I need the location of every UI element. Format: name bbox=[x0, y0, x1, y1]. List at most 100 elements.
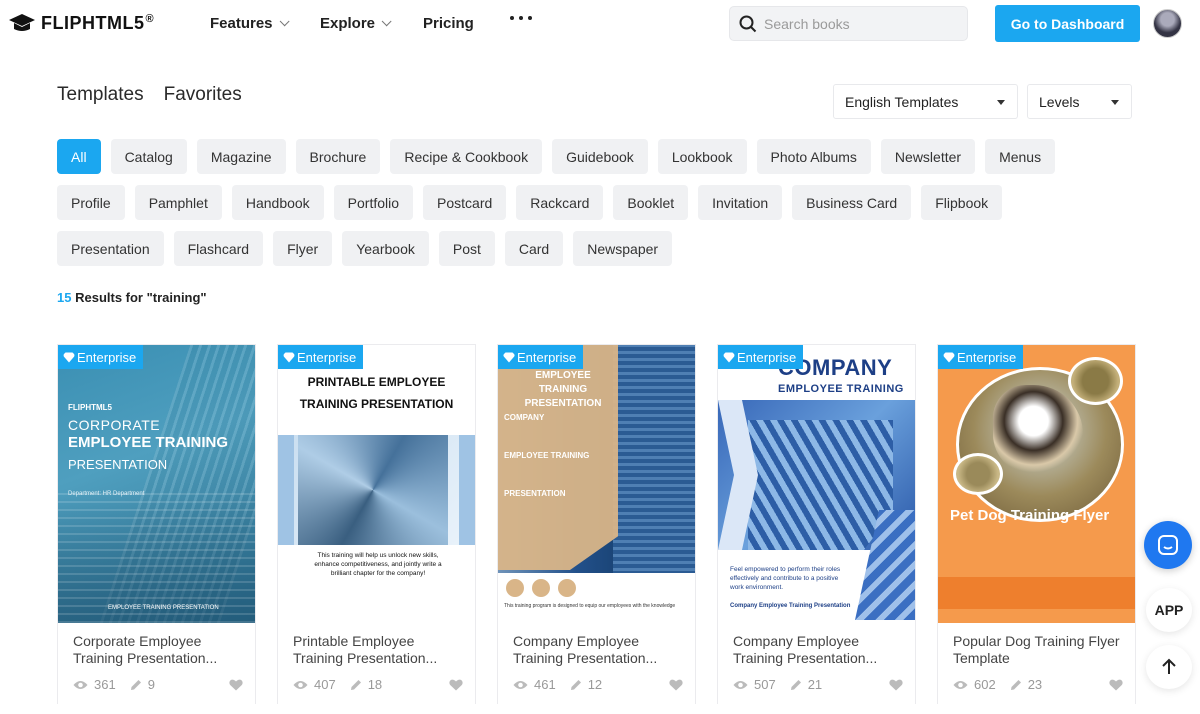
category-chip[interactable]: Booklet bbox=[613, 185, 689, 220]
enterprise-badge: Enterprise bbox=[58, 345, 144, 369]
thumb-brand: FLIPHTML5 bbox=[68, 403, 112, 412]
category-chip[interactable]: Yearbook bbox=[342, 231, 429, 266]
graduation-cap-icon bbox=[9, 14, 35, 31]
heart-icon[interactable] bbox=[449, 679, 463, 691]
more-dots-icon[interactable] bbox=[510, 16, 532, 20]
category-chip[interactable]: Magazine bbox=[196, 139, 286, 174]
category-chip-all[interactable]: All bbox=[57, 139, 101, 174]
template-thumbnail[interactable]: Enterprise EMPLOYEE TRAINING PRESENTATIO… bbox=[498, 345, 695, 623]
thumb-heading: TRAINING PRESENTATION bbox=[299, 397, 454, 411]
nav-explore[interactable]: Explore bbox=[320, 15, 392, 32]
card-title[interactable]: Company Employee Training Presentation... bbox=[513, 633, 683, 667]
back-to-top-button[interactable] bbox=[1146, 645, 1192, 689]
tab-templates[interactable]: Templates bbox=[57, 84, 144, 106]
pencil-icon bbox=[570, 679, 581, 690]
eye-icon bbox=[733, 680, 748, 689]
template-card[interactable]: Enterprise PRINTABLE EMPLOYEE TRAINING P… bbox=[277, 344, 476, 704]
category-chip[interactable]: Handbook bbox=[231, 185, 324, 220]
diamond-icon bbox=[943, 352, 955, 362]
template-card[interactable]: Enterprise COMPANY EMPLOYEE TRAINING Fee… bbox=[717, 344, 916, 704]
pencil-icon bbox=[790, 679, 801, 690]
category-chip[interactable]: Guidebook bbox=[552, 139, 648, 174]
category-chip[interactable]: Card bbox=[504, 231, 564, 266]
card-title[interactable]: Company Employee Training Presentation... bbox=[733, 633, 903, 667]
template-thumbnail[interactable]: Enterprise PRINTABLE EMPLOYEE TRAINING P… bbox=[278, 345, 475, 623]
category-chip[interactable]: Recipe & Cookbook bbox=[390, 139, 543, 174]
template-card[interactable]: Enterprise EMPLOYEE TRAINING PRESENTATIO… bbox=[497, 344, 696, 704]
category-chip[interactable]: Invitation bbox=[698, 185, 783, 220]
heart-icon[interactable] bbox=[889, 679, 903, 691]
thumb-body: This training program is designed to equ… bbox=[504, 603, 676, 609]
chat-button[interactable] bbox=[1144, 521, 1192, 569]
category-chip[interactable]: Portfolio bbox=[333, 185, 414, 220]
views-stat: 507 bbox=[733, 677, 776, 692]
category-chip[interactable]: Lookbook bbox=[657, 139, 747, 174]
template-card[interactable]: Enterprise Pet Dog Training Flyer Popula… bbox=[937, 344, 1136, 704]
results-text: Results for "training" bbox=[75, 290, 207, 305]
language-dropdown[interactable]: English Templates bbox=[833, 84, 1018, 119]
search-box bbox=[729, 6, 968, 41]
eye-icon bbox=[953, 680, 968, 689]
category-chip[interactable]: Business Card bbox=[792, 185, 912, 220]
eye-icon bbox=[513, 680, 528, 689]
category-chip[interactable]: Post bbox=[438, 231, 495, 266]
top-header: FLIPHTML5® Features Explore Pricing Go t… bbox=[0, 0, 1200, 48]
category-chip[interactable]: Profile bbox=[57, 185, 125, 220]
category-chip[interactable]: Presentation bbox=[57, 231, 164, 266]
pencil-icon bbox=[1010, 679, 1021, 690]
category-chip[interactable]: Pamphlet bbox=[134, 185, 222, 220]
thumb-subheading: COMPANY bbox=[504, 413, 545, 422]
nav-features[interactable]: Features bbox=[210, 15, 290, 32]
user-avatar[interactable] bbox=[1153, 9, 1182, 38]
thumb-caption: Company Employee Training Presentation bbox=[730, 603, 851, 609]
category-chip[interactable]: Newspaper bbox=[573, 231, 673, 266]
thumb-heading: EMPLOYEE TRAINING bbox=[68, 434, 229, 451]
category-chip[interactable]: Flashcard bbox=[173, 231, 264, 266]
thumb-heading: PRINTABLE EMPLOYEE bbox=[307, 375, 446, 389]
category-chip[interactable]: Postcard bbox=[423, 185, 507, 220]
go-to-dashboard-button[interactable]: Go to Dashboard bbox=[995, 5, 1140, 42]
thumb-heading: EMPLOYEE TRAINING PRESENTATION bbox=[524, 370, 602, 409]
category-chip[interactable]: Photo Albums bbox=[756, 139, 871, 174]
category-chip[interactable]: Newsletter bbox=[880, 139, 976, 174]
template-card[interactable]: Enterprise FLIPHTML5 CORPORATE EMPLOYEE … bbox=[57, 344, 256, 704]
card-title[interactable]: Popular Dog Training Flyer Template bbox=[953, 633, 1123, 667]
thumb-heading: Pet Dog Training Flyer bbox=[950, 507, 1110, 524]
diamond-icon bbox=[283, 352, 295, 362]
card-title[interactable]: Corporate Employee Training Presentation.… bbox=[73, 633, 243, 667]
template-thumbnail[interactable]: Enterprise COMPANY EMPLOYEE TRAINING Fee… bbox=[718, 345, 915, 623]
eye-icon bbox=[73, 680, 88, 689]
heart-icon[interactable] bbox=[229, 679, 243, 691]
levels-dropdown[interactable]: Levels bbox=[1027, 84, 1132, 119]
thumb-caption: EMPLOYEE TRAINING PRESENTATION bbox=[108, 605, 219, 611]
category-chip[interactable]: Flyer bbox=[273, 231, 333, 266]
tab-favorites[interactable]: Favorites bbox=[164, 84, 242, 106]
nav-pricing[interactable]: Pricing bbox=[423, 15, 474, 32]
category-chip[interactable]: Rackcard bbox=[516, 185, 604, 220]
category-chip[interactable]: Menus bbox=[985, 139, 1056, 174]
template-thumbnail[interactable]: Enterprise Pet Dog Training Flyer bbox=[938, 345, 1135, 623]
heart-icon[interactable] bbox=[1109, 679, 1123, 691]
fliphtml5-logo[interactable]: FLIPHTML5® bbox=[8, 12, 154, 34]
thumb-body: Feel empowered to perform their roles ef… bbox=[730, 566, 841, 591]
chevron-down-icon bbox=[381, 16, 392, 27]
search-input[interactable] bbox=[764, 15, 954, 32]
category-chip[interactable]: Flipbook bbox=[921, 185, 1003, 220]
chip-row: All Catalog Magazine Brochure Recipe & C… bbox=[57, 139, 1067, 174]
logo-text: FLIPHTML5® bbox=[41, 12, 155, 33]
thumb-caption: Department: HR Department bbox=[68, 491, 145, 497]
diamond-icon bbox=[503, 352, 515, 362]
nav-features-label: Features bbox=[210, 15, 273, 32]
thumb-subheading: PRESENTATION bbox=[504, 489, 566, 498]
heart-icon[interactable] bbox=[669, 679, 683, 691]
thumb-subheading: EMPLOYEE TRAINING bbox=[504, 451, 590, 460]
views-stat: 407 bbox=[293, 677, 336, 692]
template-thumbnail[interactable]: Enterprise FLIPHTML5 CORPORATE EMPLOYEE … bbox=[58, 345, 255, 623]
card-stats: 361 9 bbox=[73, 677, 243, 692]
app-button[interactable]: APP bbox=[1146, 588, 1192, 632]
edits-stat: 21 bbox=[790, 677, 822, 692]
category-chip[interactable]: Catalog bbox=[110, 139, 187, 174]
card-title[interactable]: Printable Employee Training Presentation.… bbox=[293, 633, 463, 667]
section-tabs: Templates Favorites bbox=[57, 84, 242, 106]
category-chip[interactable]: Brochure bbox=[295, 139, 381, 174]
